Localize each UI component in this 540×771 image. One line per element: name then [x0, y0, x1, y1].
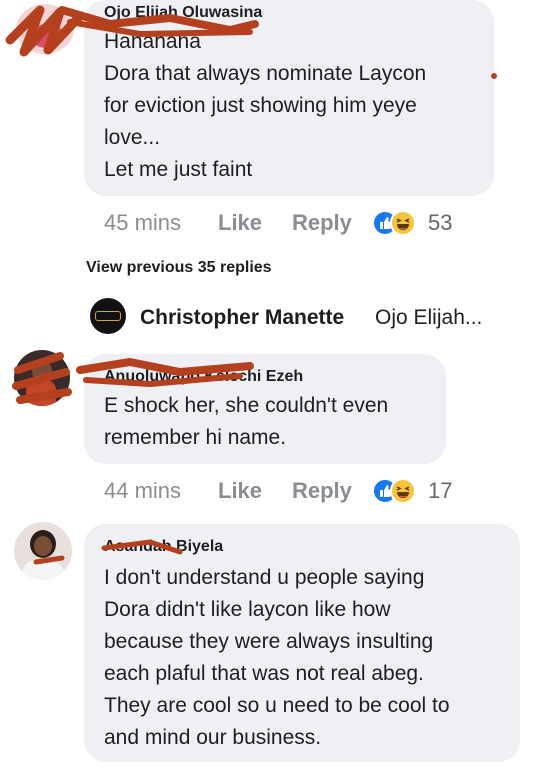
comment-text: E shock her, she couldn't even remember … — [104, 394, 389, 449]
avatar[interactable] — [90, 298, 126, 334]
reply-preview-author[interactable]: Christopher Manette — [140, 306, 344, 330]
comment-time: 45 mins — [104, 210, 182, 235]
avatar[interactable] — [14, 350, 70, 406]
comment-time: 44 mins — [104, 478, 182, 503]
comment-author[interactable]: Anuoluwapo Kelechi Ezeh — [104, 368, 303, 386]
avatar[interactable] — [16, 4, 74, 54]
comment-author[interactable]: Asandah Biyela — [104, 538, 223, 556]
reaction-count[interactable]: 53 — [428, 210, 452, 236]
like-button[interactable]: Like — [218, 478, 262, 504]
avatar[interactable] — [14, 522, 72, 580]
comment-author[interactable]: Ojo Elijah Oluwasina — [104, 4, 262, 22]
reply-preview-snippet[interactable]: Ojo Elijah... — [375, 306, 482, 330]
reply-button[interactable]: Reply — [292, 478, 352, 504]
reply-button[interactable]: Reply — [292, 210, 352, 236]
comment-text: Hahahaha Dora that always nominate Layco… — [104, 30, 427, 181]
comment-text: I don't understand u people saying Dora … — [104, 566, 450, 749]
unread-dot — [491, 73, 497, 79]
view-previous-replies-link[interactable]: View previous 35 replies — [86, 259, 272, 277]
reaction-count[interactable]: 17 — [428, 478, 452, 504]
reactions[interactable] — [372, 476, 432, 506]
haha-reaction-icon — [390, 478, 416, 504]
haha-reaction-icon — [390, 210, 416, 236]
like-button[interactable]: Like — [218, 210, 262, 236]
reactions[interactable] — [372, 208, 432, 238]
